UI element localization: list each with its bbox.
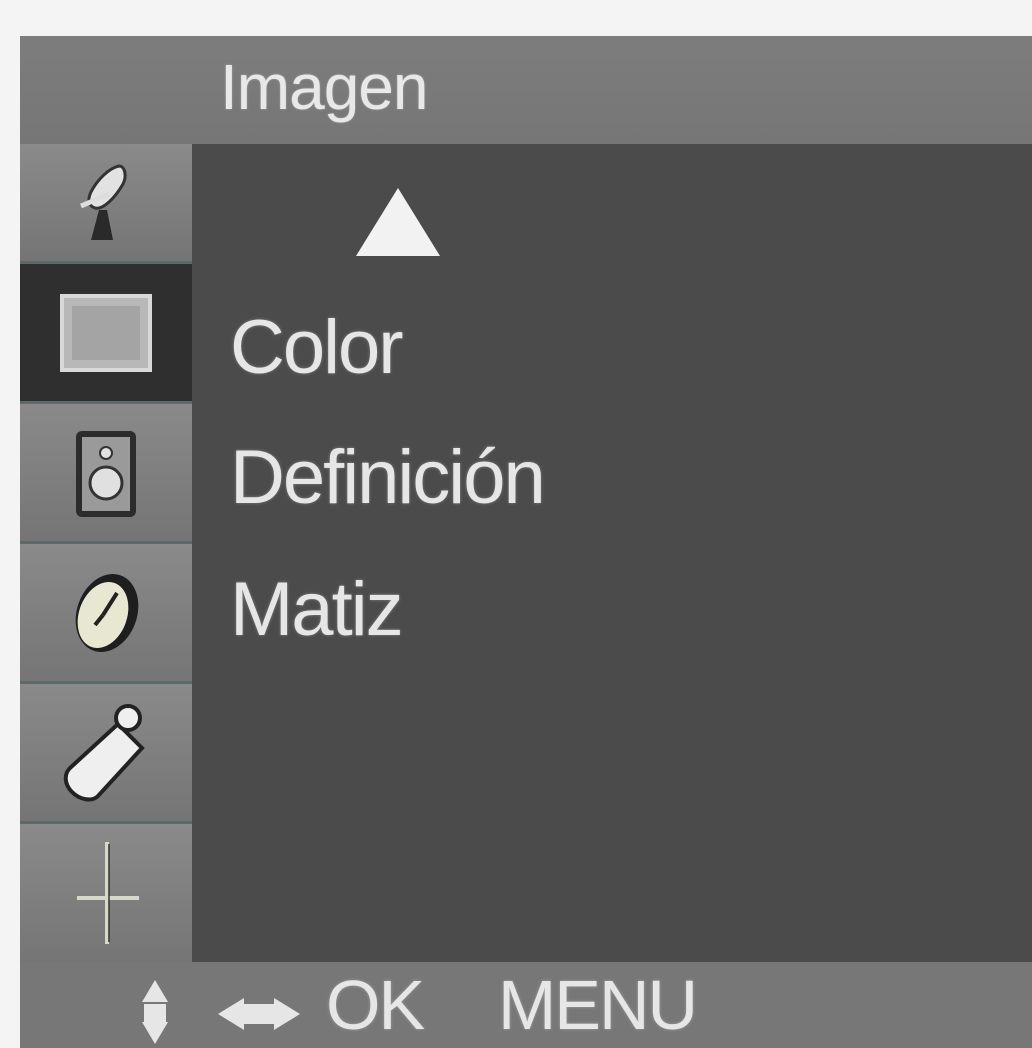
menu-header: Imagen — [20, 36, 1032, 144]
menu-title: Imagen — [220, 51, 428, 123]
clock-time-icon — [75, 573, 139, 652]
menu-item-definicion[interactable]: Definición — [230, 440, 546, 516]
up-down-arrows-icon — [142, 980, 168, 1044]
menu-footer: OK MENU — [20, 962, 1032, 1048]
tag-option-icon — [63, 703, 145, 801]
menu-item-matiz[interactable]: Matiz — [230, 572, 404, 648]
crosshair-screen-icon — [77, 842, 139, 944]
left-right-arrows-icon — [218, 998, 300, 1030]
speaker-sound-icon — [76, 430, 136, 517]
menu-content: Color Definición Matiz — [192, 144, 1032, 962]
sidebar-item-sound[interactable] — [20, 404, 192, 544]
picture-screen-icon — [60, 293, 152, 372]
category-sidebar — [20, 144, 192, 962]
up-arrow-icon[interactable] — [356, 188, 440, 256]
sidebar-item-time[interactable] — [20, 544, 192, 684]
satellite-dish-icon — [80, 163, 127, 240]
menu-hint: MENU — [498, 966, 698, 1044]
osd-menu-panel: Imagen Color Definición Matiz OK MENU — [20, 36, 1032, 1048]
sidebar-item-picture[interactable] — [20, 264, 192, 404]
menu-item-color[interactable]: Color — [230, 310, 404, 386]
sidebar-item-station[interactable] — [20, 144, 192, 264]
sidebar-item-screen[interactable] — [20, 824, 192, 962]
sidebar-item-option[interactable] — [20, 684, 192, 824]
ok-hint: OK — [326, 966, 425, 1044]
